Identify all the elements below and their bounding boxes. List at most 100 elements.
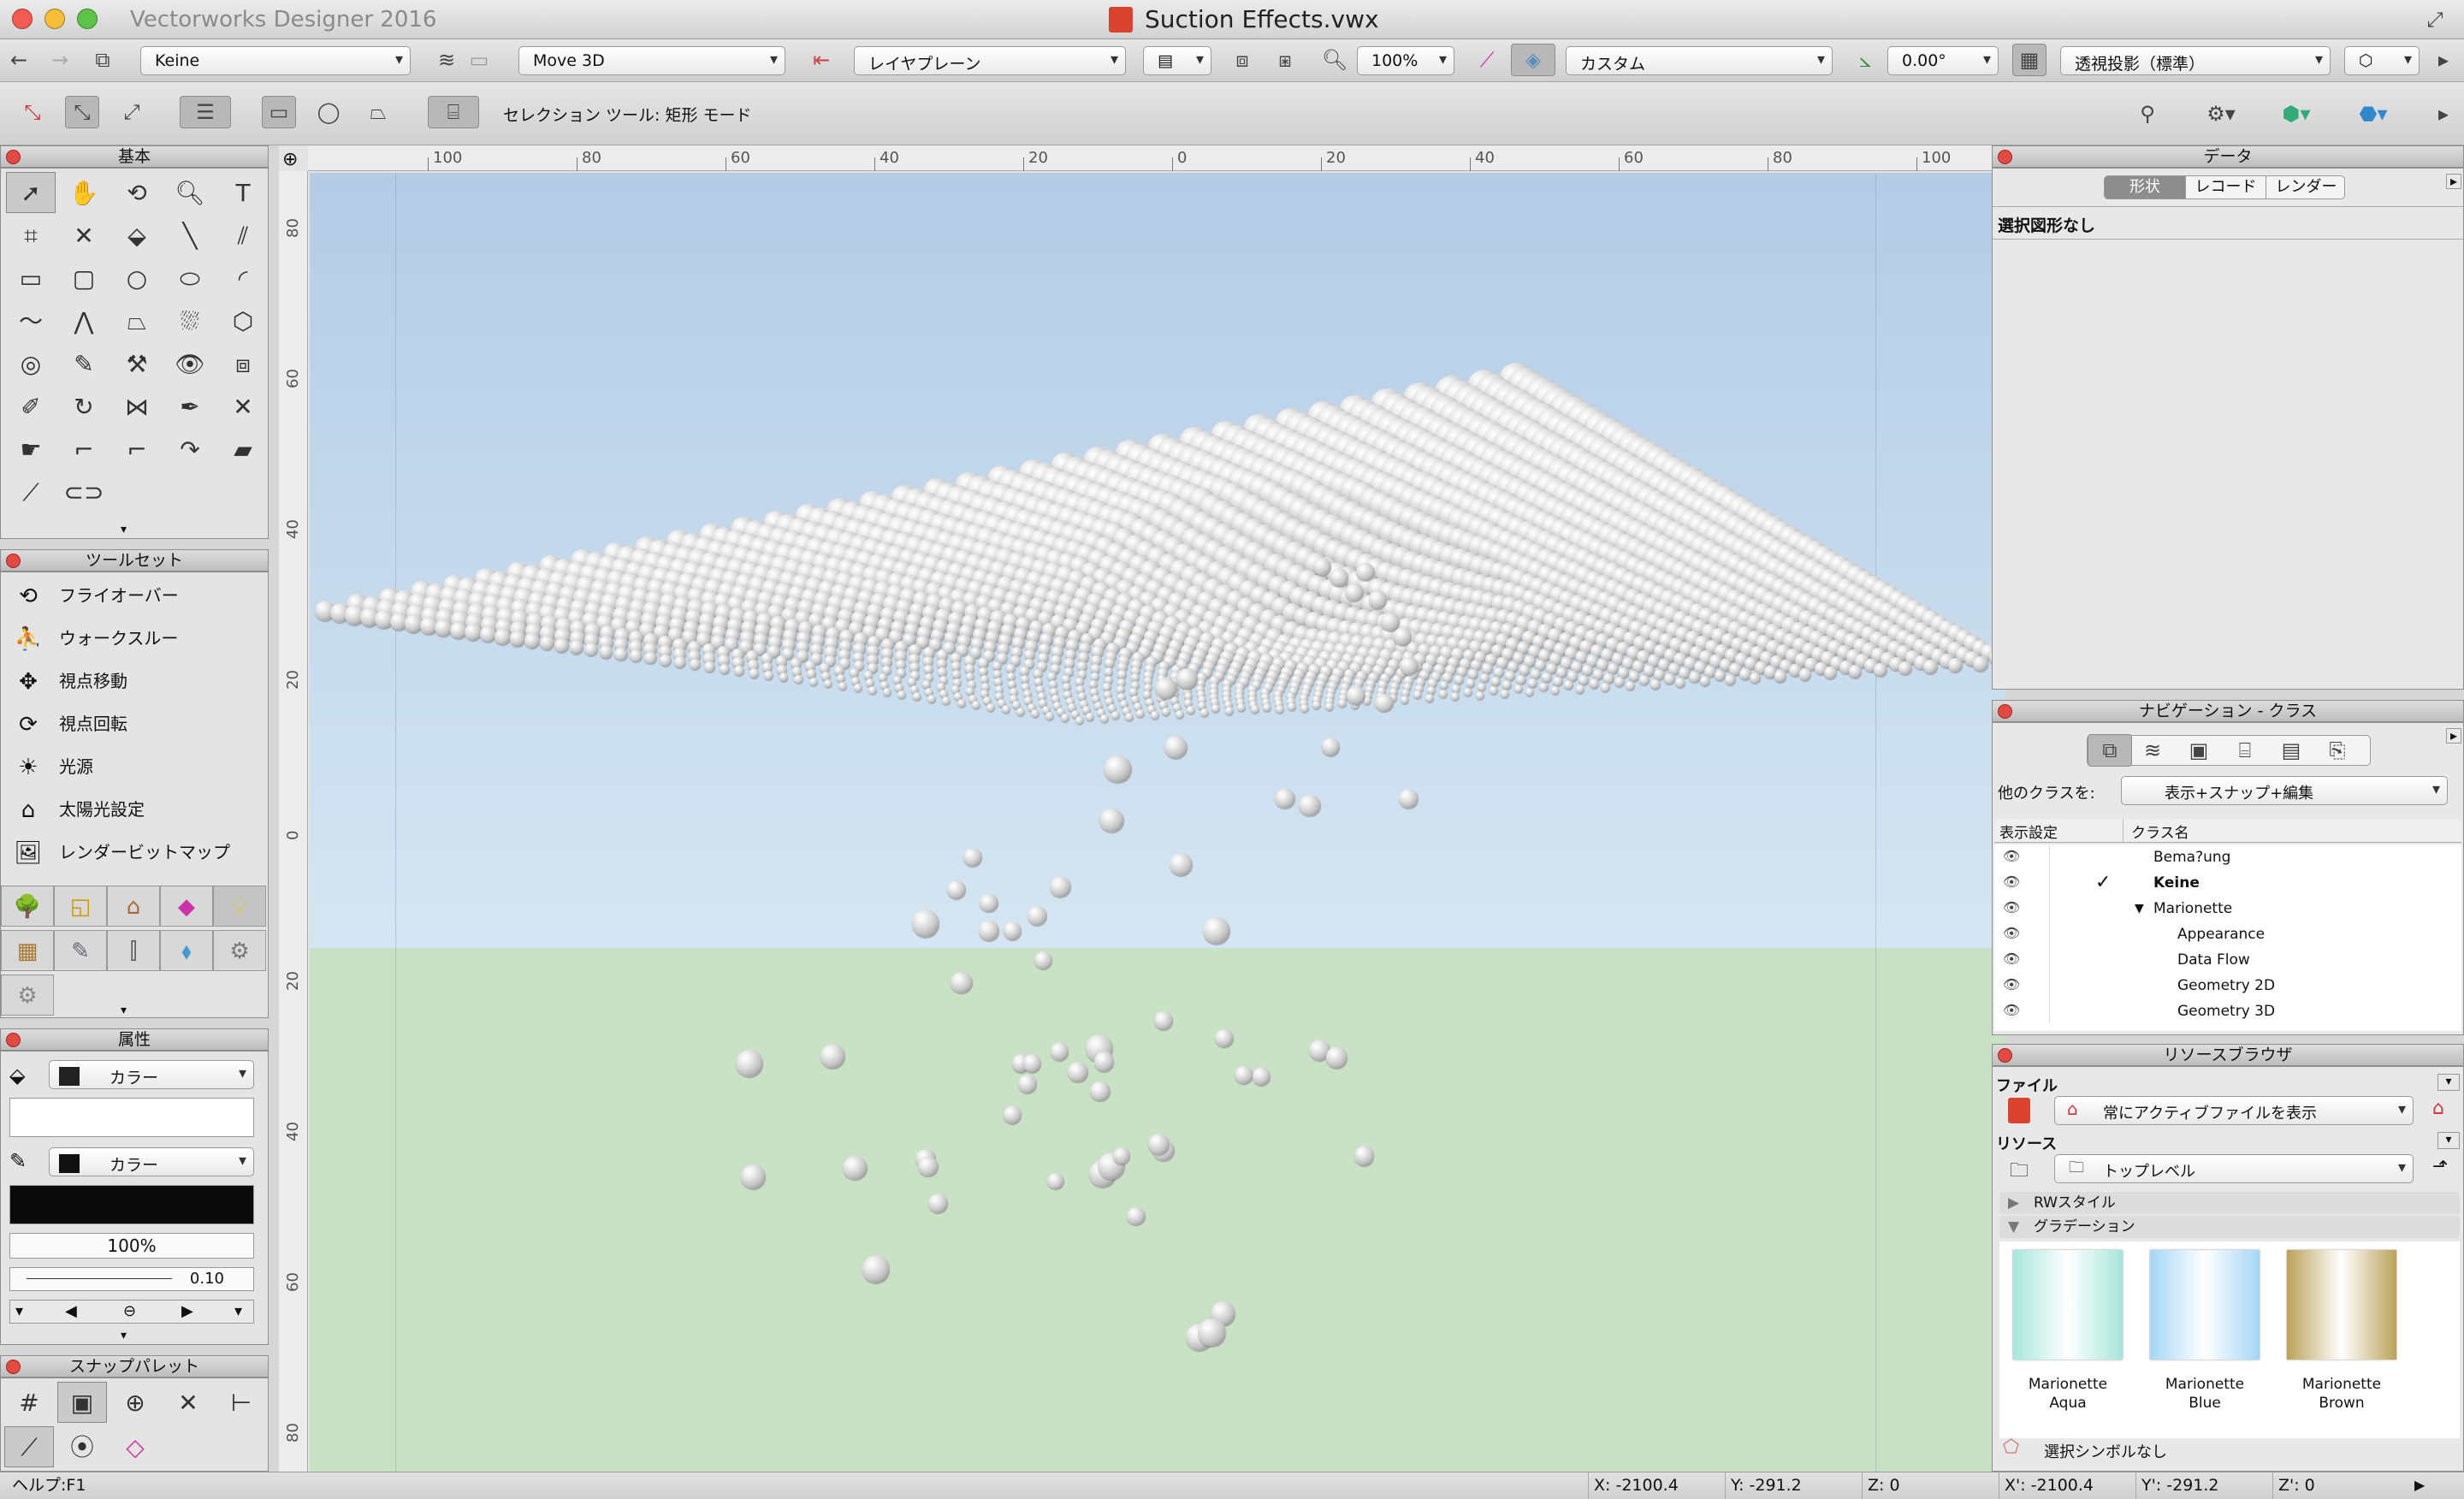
- flyover-view-icon[interactable]: ⟋: [1470, 44, 1504, 76]
- line-weight-field[interactable]: 0.10: [9, 1267, 254, 1291]
- pan-tool-icon[interactable]: ✋: [59, 172, 109, 213]
- expand-chevron-icon[interactable]: ▾: [121, 523, 127, 536]
- building-shell-set-icon[interactable]: ⌂: [107, 886, 160, 927]
- snap-grid-icon[interactable]: #: [4, 1382, 54, 1423]
- attribute-mapping-tool-icon[interactable]: ☛: [6, 429, 56, 470]
- data-tab[interactable]: レンダー: [2266, 176, 2346, 198]
- arrow-start-dropdown[interactable]: ▾: [15, 1301, 23, 1323]
- projection-dropdown[interactable]: 透視投影（標準）: [2060, 46, 2331, 75]
- view-options-dropdown[interactable]: ⬡: [2344, 46, 2420, 75]
- snap-tangent-icon[interactable]: ⟋: [4, 1426, 54, 1467]
- gradient-resource[interactable]: Marionette Aqua: [2008, 1250, 2128, 1430]
- eyedropper-tool-icon[interactable]: ✎: [59, 343, 109, 384]
- close-icon[interactable]: [6, 150, 21, 164]
- dimension-tool-icon[interactable]: ⌗: [6, 215, 56, 256]
- eye-icon[interactable]: 👁︎: [2003, 901, 2020, 915]
- mirror-tool-icon[interactable]: ⋈: [112, 386, 162, 427]
- disclosure-closed-icon[interactable]: ▶: [2008, 1192, 2019, 1214]
- split-tool-icon[interactable]: ✐: [6, 386, 56, 427]
- circle-tool-icon[interactable]: ○: [112, 258, 162, 299]
- fillet-tool-icon[interactable]: ⌐: [59, 429, 109, 470]
- fill-preview[interactable]: [9, 1098, 254, 1137]
- home-button-icon[interactable]: ⌂: [2432, 1098, 2444, 1119]
- gradient-resource[interactable]: Marionette Blue: [2145, 1250, 2265, 1430]
- other-classes-dropdown[interactable]: 表示+スナップ+編集: [2121, 776, 2448, 805]
- class-row[interactable]: 👁︎ Geometry 3D: [1994, 998, 2461, 1024]
- snap-working-plane-icon[interactable]: ◇: [110, 1426, 160, 1467]
- furniture-set-icon[interactable]: ▦: [1, 930, 54, 971]
- select-similar-icon[interactable]: ⚲: [2130, 98, 2165, 130]
- clip-tool-icon[interactable]: ↷: [165, 429, 215, 470]
- toolset-palette-header[interactable]: ツールセット: [0, 549, 269, 572]
- expand-chevron-icon[interactable]: ▾: [121, 1004, 127, 1017]
- folder-gradients[interactable]: ▼ グラデーション: [1999, 1216, 2460, 1238]
- disable-interactive-scale-icon[interactable]: ⤡: [15, 96, 50, 128]
- structural-set-icon[interactable]: ⫿: [107, 930, 160, 971]
- tool-preferences-icon[interactable]: ⌸: [428, 96, 479, 128]
- visualization-set-icon[interactable]: 💡︎: [213, 886, 266, 927]
- arrow-end-dropdown[interactable]: ▾: [234, 1301, 242, 1323]
- visibility-tool-icon[interactable]: 👁︎: [165, 343, 215, 384]
- close-icon[interactable]: [6, 1360, 21, 1374]
- mep-set-icon[interactable]: ⬧: [160, 930, 213, 971]
- close-icon[interactable]: [1998, 150, 2012, 164]
- layer-options-icon[interactable]: ▭: [462, 44, 496, 76]
- toolset-item[interactable]: ☀ 光源: [8, 747, 93, 786]
- page-setup-dropdown[interactable]: ▤: [1143, 46, 1211, 75]
- link-icon[interactable]: ⊖: [123, 1301, 136, 1323]
- saved-views-tab-icon[interactable]: ▤: [2274, 734, 2308, 767]
- forward-arrow-icon[interactable]: →: [43, 44, 77, 76]
- ruler-origin-icon[interactable]: ⊕: [282, 149, 298, 170]
- vertical-ruler[interactable]: 80 60 40 20 0 20 40 60 80: [279, 171, 308, 1472]
- eraser-tool-icon[interactable]: ▰: [218, 429, 268, 470]
- status-more-icon[interactable]: ▶: [2414, 1472, 2425, 1499]
- chamfer-tool-icon[interactable]: ⌐: [112, 429, 162, 470]
- minimize-window-button[interactable]: [44, 9, 65, 29]
- disclosure-open-icon[interactable]: ▼: [2135, 896, 2144, 921]
- pen-type-dropdown[interactable]: カラー: [49, 1147, 254, 1176]
- polyline-tool-icon[interactable]: ⋀: [59, 300, 109, 341]
- rounded-rectangle-tool-icon[interactable]: ▢: [59, 258, 109, 299]
- horizontal-ruler[interactable]: 100 80 60 40 20 0 20 40 60 80 100: [308, 145, 1992, 171]
- close-icon[interactable]: [6, 1033, 21, 1047]
- snap-point-icon[interactable]: ⦿: [57, 1426, 107, 1467]
- layers-tab-icon[interactable]: ≋: [2135, 734, 2170, 767]
- render-mode-dropdown[interactable]: カスタム: [1566, 46, 1833, 75]
- align-snap-icon[interactable]: ☰: [180, 96, 231, 128]
- regular-polygon-tool-icon[interactable]: ⬡: [218, 300, 268, 341]
- zoom-value-field[interactable]: 100%: [1357, 46, 1454, 75]
- landscape-set-icon[interactable]: ◱: [54, 886, 107, 927]
- class-row[interactable]: 👁︎ Data Flow: [1994, 947, 2461, 973]
- opacity-field[interactable]: 100%: [9, 1233, 254, 1259]
- trim-tool-icon[interactable]: ✕: [218, 386, 268, 427]
- connect-tool-icon[interactable]: ⟋: [6, 471, 56, 513]
- arc-tool-icon[interactable]: ◜: [218, 258, 268, 299]
- snapping-settings-icon[interactable]: ⚙▾: [2197, 98, 2245, 130]
- polygon-tool-icon[interactable]: ⏢: [112, 300, 162, 341]
- rectangle-mode-icon[interactable]: ▭: [262, 96, 296, 128]
- eye-icon[interactable]: 👁︎: [2003, 927, 2020, 940]
- polygon-mode-icon[interactable]: ⏢: [361, 96, 395, 128]
- eye-icon[interactable]: 👁︎: [2003, 978, 2020, 992]
- palette-menu-icon[interactable]: ▸: [2446, 174, 2461, 189]
- visualization-icon[interactable]: ⬢▾: [2272, 98, 2320, 130]
- class-name-column-header[interactable]: クラス名: [2131, 821, 2189, 842]
- class-row[interactable]: 👁︎ Appearance: [1994, 921, 2461, 947]
- viewports-tab-icon[interactable]: ⌸: [2228, 734, 2262, 767]
- plane-icon[interactable]: ⇤: [804, 44, 838, 76]
- double-line-tool-icon[interactable]: ⫽: [218, 215, 268, 256]
- toolset-item[interactable]: ⟳ 視点回転: [8, 704, 127, 744]
- zoom-tool-icon[interactable]: 🔍︎: [165, 172, 215, 213]
- file-menu-icon[interactable]: ▾: [2437, 1074, 2460, 1091]
- projection-icon[interactable]: ▦: [2012, 44, 2046, 76]
- fit-page-icon[interactable]: ⧆: [1268, 44, 1302, 76]
- class-row[interactable]: 👁︎ Geometry 2D: [1994, 973, 2461, 998]
- active-layer-dropdown[interactable]: Move 3D: [518, 46, 785, 75]
- multi-object-scale-icon[interactable]: ⤢: [115, 96, 149, 128]
- file-dropdown[interactable]: ⌂ 常にアクティブファイルを表示: [2054, 1096, 2414, 1125]
- disclosure-open-icon[interactable]: ▼: [2008, 1216, 2019, 1238]
- basic-palette-header[interactable]: 基本: [0, 145, 269, 168]
- snap-object-icon[interactable]: ▣: [57, 1382, 107, 1423]
- text-tool-icon[interactable]: T: [218, 172, 268, 213]
- oval-tool-icon[interactable]: ⬭: [165, 258, 215, 299]
